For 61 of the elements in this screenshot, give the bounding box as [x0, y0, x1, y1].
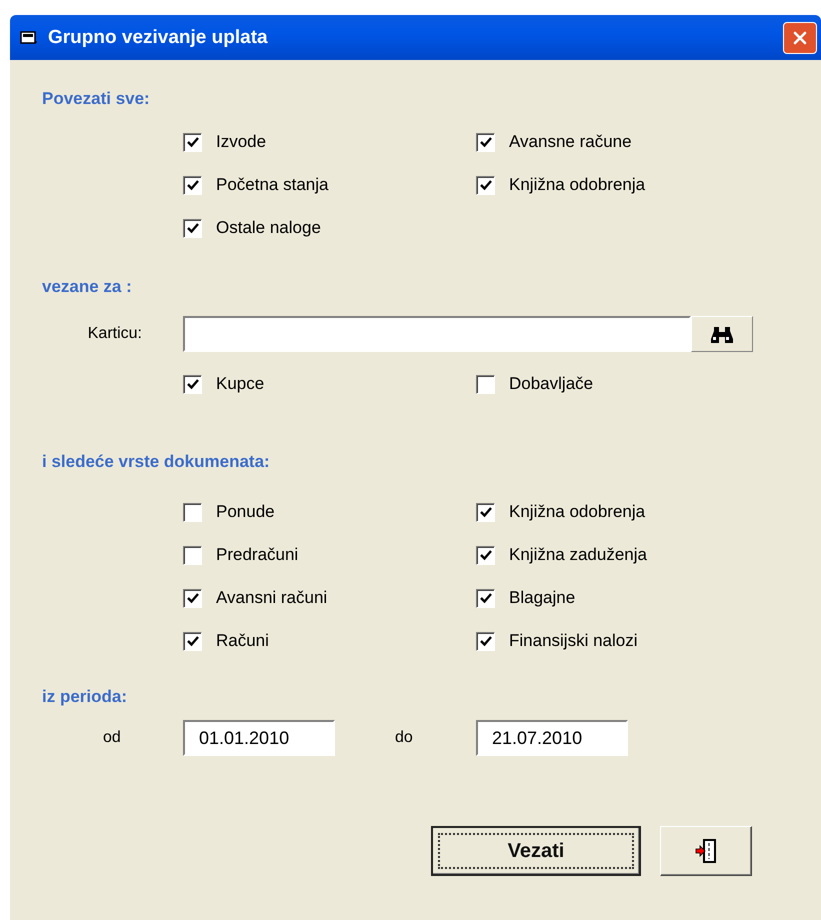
checkmark-icon [478, 634, 492, 648]
binoculars-icon [710, 325, 734, 343]
date-field[interactable]: 01.01.2010 [183, 720, 335, 756]
checkmark-icon [186, 221, 200, 235]
checkbox[interactable] [183, 546, 202, 564]
search-button[interactable] [691, 316, 753, 352]
checkbox[interactable] [183, 588, 202, 608]
checkbox-label: Početna stanja [216, 175, 328, 195]
checkmark-icon [478, 135, 492, 149]
checkbox-label: Ponude [216, 502, 275, 522]
card-field[interactable] [183, 316, 691, 352]
exit-door-icon [694, 838, 718, 864]
checkbox-label: Blagajne [509, 588, 576, 608]
checkbox[interactable] [476, 176, 495, 194]
checkbox[interactable] [183, 502, 202, 522]
checkmark-icon [186, 634, 200, 648]
checkmark-icon [186, 178, 200, 192]
checkbox[interactable] [476, 374, 495, 394]
section-heading: Povezati sve: [42, 89, 151, 110]
section-heading: iz perioda: [42, 687, 128, 708]
checkbox[interactable] [476, 132, 495, 152]
checkmark-icon [478, 505, 492, 519]
checkbox-label: Kupce [216, 374, 264, 394]
checkbox[interactable] [183, 176, 202, 194]
checkbox-label: Avansni računi [216, 588, 328, 608]
checkbox[interactable] [183, 218, 202, 238]
checkbox-label: Računi [216, 631, 269, 651]
checkbox[interactable] [183, 132, 202, 152]
checkbox-label: Izvode [216, 132, 266, 152]
checkmark-icon [186, 377, 200, 391]
section-heading: i sledeće vrste dokumenata: [42, 452, 271, 473]
checkbox[interactable] [183, 374, 202, 394]
close-icon [792, 30, 808, 46]
checkbox-label: Dobavljače [509, 374, 594, 394]
checkbox[interactable] [183, 632, 202, 650]
checkmark-icon [478, 591, 492, 605]
field-label: od [102, 729, 122, 747]
checkbox-label: Knjižna zaduženja [509, 545, 647, 565]
checkbox-label: Finansijski nalozi [509, 631, 638, 651]
date-field[interactable]: 21.07.2010 [476, 720, 628, 756]
checkbox-label: Knjižna odobrenja [509, 502, 646, 522]
checkmark-icon [478, 178, 492, 192]
checkbox-label: Avansne račune [509, 132, 632, 152]
window-icon [20, 30, 38, 44]
exit-button[interactable] [660, 826, 752, 876]
checkmark-icon [186, 135, 200, 149]
checkbox-label: Ostale naloge [216, 218, 321, 238]
checkmark-icon [186, 591, 200, 605]
window-title: Grupno vezivanje uplata [48, 26, 269, 48]
submit-button[interactable]: Vezati [431, 826, 641, 876]
checkbox[interactable] [476, 588, 495, 608]
checkbox-label: Predračuni [216, 545, 298, 565]
field-label: do [394, 729, 414, 747]
checkbox[interactable] [476, 632, 495, 650]
checkbox[interactable] [476, 502, 495, 522]
checkbox-label: Knjižna odobrenja [509, 175, 646, 195]
section-heading: vezane za : [42, 277, 133, 298]
field-label: Karticu: [86, 325, 143, 343]
checkbox[interactable] [476, 546, 495, 564]
checkmark-icon [478, 548, 492, 562]
close-button[interactable] [783, 22, 817, 54]
